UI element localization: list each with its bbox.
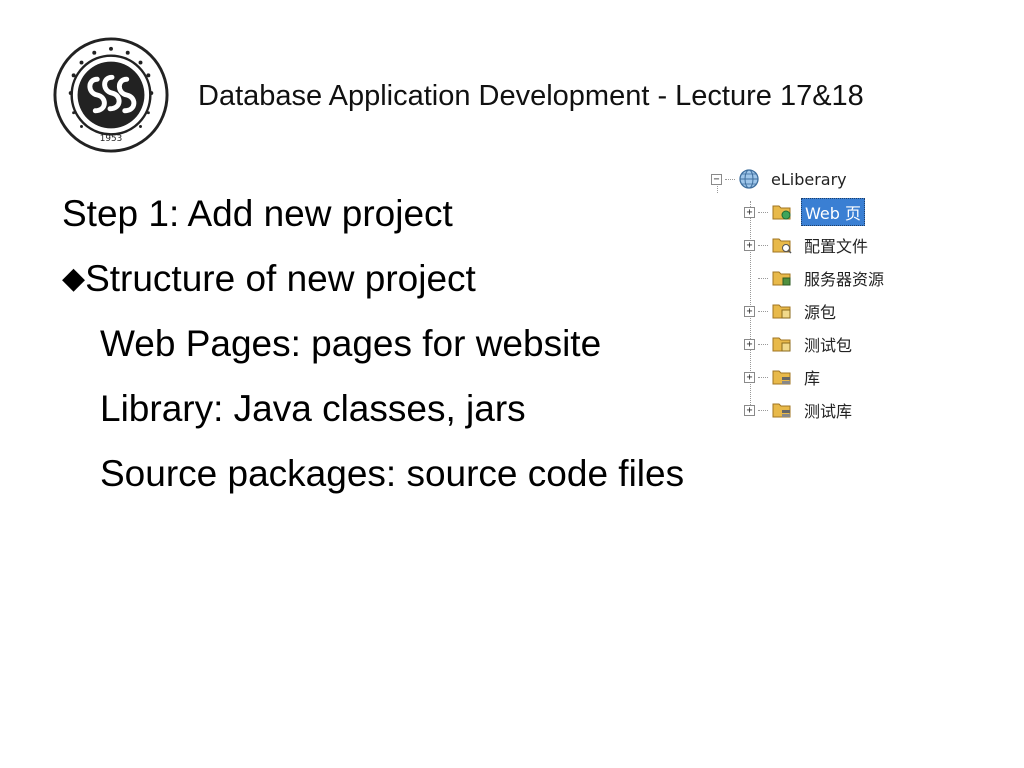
expand-toggle-icon[interactable]: + [744,338,755,350]
bullet-web-pages: Web Pages: pages for website [100,323,602,364]
tree-node-root[interactable]: − eLiberary [711,166,850,192]
bullet-step-1: Step 1: Add new project [62,193,453,234]
folder-config-icon [772,238,792,254]
folder-server-icon [772,271,791,286]
expand-toggle-icon[interactable]: + [744,371,755,383]
tree-node-libraries[interactable]: + 库 [744,364,823,390]
folder-library-icon [772,370,791,385]
project-tree: − eLiberary + Web 页 + 配置文件 服务器资源 + 源包 + … [708,163,918,428]
globe-icon [739,169,759,189]
bullet-library: Library: Java classes, jars [100,388,526,429]
tree-label-web-pages: Web 页 [801,198,865,226]
tree-node-config-files[interactable]: + 配置文件 [744,232,871,258]
expand-toggle-icon[interactable]: + [744,206,755,218]
expand-toggle-icon[interactable]: + [744,239,755,251]
tree-label-test-libraries: 测试库 [804,402,853,421]
folder-package-icon [772,304,791,319]
tree-node-test-libraries[interactable]: + 测试库 [744,397,855,423]
tree-label-source-packages: 源包 [804,303,837,322]
diamond-bullet-icon: ◆ [62,262,86,295]
expand-toggle-icon[interactable]: + [744,305,755,317]
folder-web-icon [772,205,791,220]
college-logo: 1953 [53,37,169,153]
tree-label-test-packages: 测试包 [804,336,853,355]
page-title: Database Application Development - Lectu… [198,80,864,112]
folder-library-icon [772,403,791,418]
folder-package-icon [772,337,791,352]
bullet-source-packages: Source packages: source code files [100,453,685,494]
collapse-toggle-icon[interactable]: − [711,173,722,185]
bullet-structure: ◆Structure of new project [62,253,684,318]
tree-node-server-resources[interactable]: 服务器资源 [744,265,887,291]
expand-toggle-icon[interactable]: + [744,404,755,416]
slide-content: Step 1: Add new project ◆Structure of ne… [62,188,684,513]
tree-node-test-packages[interactable]: + 测试包 [744,331,855,357]
tree-label-config-files: 配置文件 [804,237,869,256]
logo-year: 1953 [100,134,123,144]
tree-node-web-pages[interactable]: + Web 页 [744,198,865,226]
tree-node-source-packages[interactable]: + 源包 [744,298,839,324]
tree-label-libraries: 库 [804,369,821,388]
tree-label-root: eLiberary [771,169,847,189]
tree-label-server-resources: 服务器资源 [804,270,885,289]
